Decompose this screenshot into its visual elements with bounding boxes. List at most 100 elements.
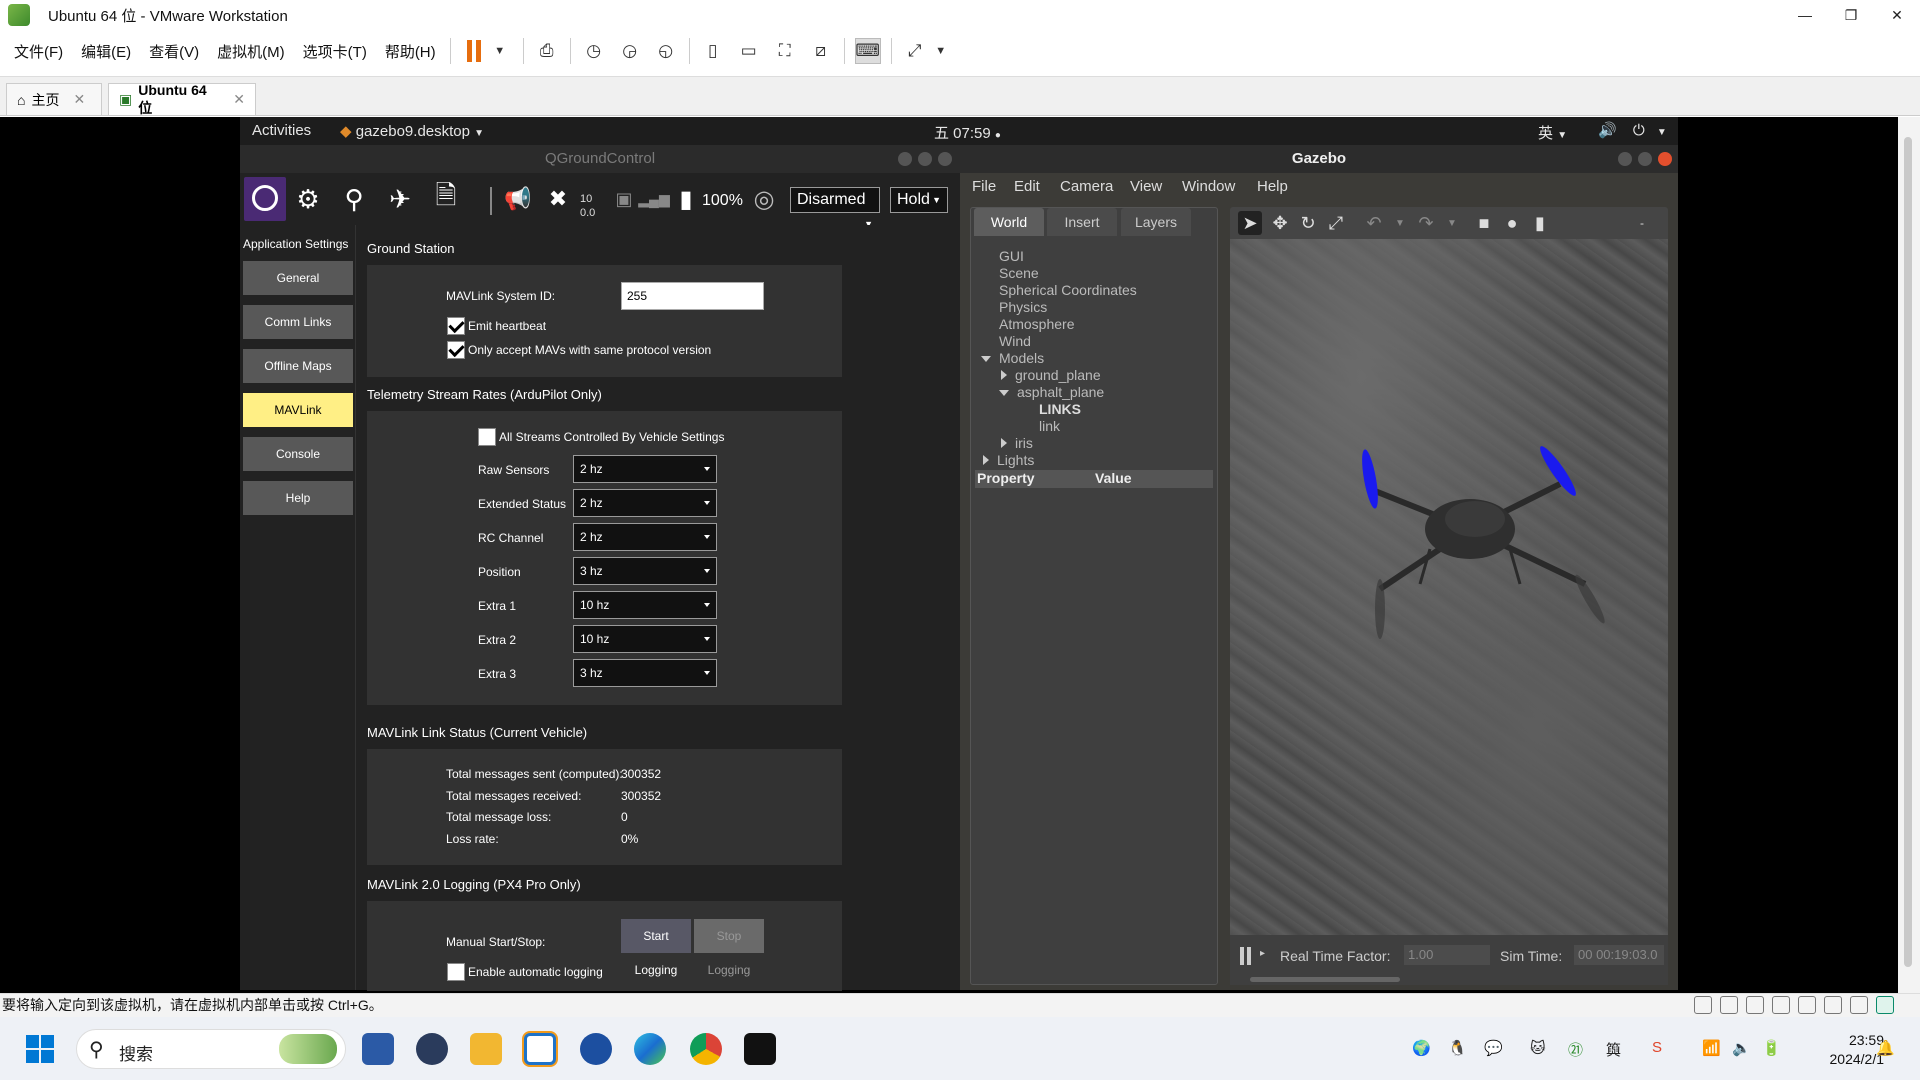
sidebar-item-offline-maps[interactable]: Offline Maps [243,349,353,383]
menu-view[interactable]: View [1130,178,1162,195]
tree-item-atmosphere[interactable]: Atmosphere [999,316,1074,332]
menu-tabs[interactable]: 选项卡(T) [303,41,367,62]
rc-channel-combo[interactable]: 2 hz [573,523,717,551]
close-tab-icon[interactable]: ✕ [73,91,85,108]
tab-ubuntu[interactable]: ▣ Ubuntu 64 位 ✕ [108,82,256,116]
maximize-button[interactable] [1638,152,1652,166]
input-method[interactable]: 英 ▼ [1538,122,1567,143]
tree-item-link[interactable]: link [1039,418,1060,434]
menu-edit[interactable]: 编辑(E) [81,41,131,62]
sidebar-item-comm-links[interactable]: Comm Links [243,305,353,339]
close-tab-icon[interactable]: ✕ [233,91,245,108]
menu-window[interactable]: Window [1182,178,1235,195]
collapsed-arrow-icon[interactable] [983,455,989,465]
snapshot-manager-icon[interactable]: ◵ [653,38,679,64]
usb-icon[interactable] [1772,996,1790,1014]
same-protocol-checkbox[interactable] [447,341,465,359]
system-id-input[interactable]: 255 [621,282,764,310]
close-button[interactable] [1658,152,1672,166]
sidebar-item-general[interactable]: General [243,261,353,295]
chevron-down-icon[interactable]: ▼ [487,38,513,64]
printer-icon[interactable] [1798,996,1816,1014]
ime-mode-icon[interactable]: 籅 [1606,1039,1621,1060]
extra1-combo[interactable]: 10 hz [573,591,717,619]
sidebar-item-console[interactable]: Console [243,437,353,471]
extra3-combo[interactable]: 3 hz [573,659,717,687]
sidebar-item-mavlink[interactable]: MAVLink [243,393,353,427]
ime-indicator-icon[interactable]: ㉑ [1568,1039,1583,1060]
scrollbar-thumb[interactable] [1904,137,1912,967]
message-log-icon[interactable] [1876,996,1894,1014]
suspend-button[interactable] [461,38,487,64]
sphere-shape-icon[interactable]: ● [1500,211,1524,235]
tree-item-gui[interactable]: GUI [999,248,1024,264]
redo-icon[interactable]: ↷ [1414,211,1438,235]
horizontal-scrollbar[interactable] [1250,977,1400,982]
emit-heartbeat-checkbox[interactable] [447,317,465,335]
menu-file[interactable]: 文件(F) [14,41,63,62]
minimize-button[interactable] [898,152,912,166]
wechat-icon[interactable]: 💬 [1484,1039,1503,1057]
weather-globe-icon[interactable]: 🌍 [1412,1039,1431,1057]
maximize-button[interactable] [918,152,932,166]
system-menu[interactable]: 🔊 ⏻ ▼ [1598,121,1667,139]
vehicle-setup-gear-icon[interactable]: ⚙ [290,181,326,217]
battery-icon[interactable]: 🔋 [1762,1039,1781,1057]
undo-icon[interactable]: ↶ [1362,211,1386,235]
cat-app-icon[interactable] [416,1033,448,1065]
qgc-settings-logo-icon[interactable] [244,177,286,221]
extra2-combo[interactable]: 10 hz [573,625,717,653]
more-tools-icon[interactable]: - [1630,211,1654,235]
chevron-down-icon[interactable]: ▼ [1440,211,1464,235]
chevron-down-icon[interactable]: ▼ [1388,211,1412,235]
expanded-arrow-icon[interactable] [999,390,1009,397]
send-ctrl-alt-del-icon[interactable]: ⎙ [534,38,560,64]
rotate-mode-icon[interactable]: ↻ [1296,211,1320,235]
gps-satellite-icon[interactable]: ✖ [540,181,576,217]
taskbar-search[interactable]: ⚲ 搜索 [76,1029,346,1069]
expanded-arrow-icon[interactable] [981,356,991,363]
tab-world[interactable]: World [974,208,1044,236]
menu-file[interactable]: File [972,178,996,195]
display-icon[interactable] [1850,996,1868,1014]
tree-item-wind[interactable]: Wind [999,333,1031,349]
tree-item-asphalt-plane[interactable]: asphalt_plane [999,384,1104,400]
extended-status-combo[interactable]: 2 hz [573,489,717,517]
tab-insert[interactable]: Insert [1047,208,1117,236]
close-button[interactable]: ✕ [1874,0,1920,30]
box-shape-icon[interactable]: ■ [1472,211,1496,235]
tree-item-lights[interactable]: Lights [983,452,1034,468]
battery-icon[interactable]: ▮ [668,181,704,217]
pause-simulation-button[interactable] [1240,947,1254,965]
drone-model[interactable] [1230,239,1668,935]
all-streams-checkbox[interactable] [478,428,496,446]
tab-layers[interactable]: Layers [1121,208,1191,236]
tree-item-models[interactable]: Models [981,350,1044,366]
stretch-guest-icon[interactable]: ⤢ [902,38,928,64]
network-adapter-icon[interactable] [1746,996,1764,1014]
rtk-gps-icon[interactable]: ◎ [746,181,782,217]
minimize-button[interactable]: — [1782,0,1828,30]
3d-viewport[interactable] [1230,239,1668,935]
thumbnail-bar-icon[interactable]: ▭ [736,38,762,64]
console-view-icon[interactable]: ⌨ [854,38,881,64]
scale-mode-icon[interactable]: ⤢ [1324,211,1348,235]
file-explorer-icon[interactable] [470,1033,502,1065]
hard-disk-icon[interactable] [1694,996,1712,1014]
menu-camera[interactable]: Camera [1060,178,1113,195]
menu-vm[interactable]: 虚拟机(M) [217,41,285,62]
unity-icon[interactable]: ⧄ [808,38,834,64]
position-combo[interactable]: 3 hz [573,557,717,585]
restore-button[interactable]: ❐ [1828,0,1874,30]
collapsed-arrow-icon[interactable] [1001,370,1007,380]
menu-view[interactable]: 查看(V) [149,41,199,62]
tree-item-scene[interactable]: Scene [999,265,1039,281]
settings-app-icon[interactable] [580,1033,612,1065]
tree-item-ground-plane[interactable]: ground_plane [1001,367,1101,383]
vmware-app-icon[interactable] [524,1033,556,1065]
start-logging-button[interactable]: Start Logging [621,919,691,977]
select-mode-arrow-icon[interactable]: ➤ [1238,211,1262,235]
sidebar-item-help[interactable]: Help [243,481,353,515]
messages-megaphone-icon[interactable]: 📢 [500,181,536,217]
cd-rom-icon[interactable] [1720,996,1738,1014]
